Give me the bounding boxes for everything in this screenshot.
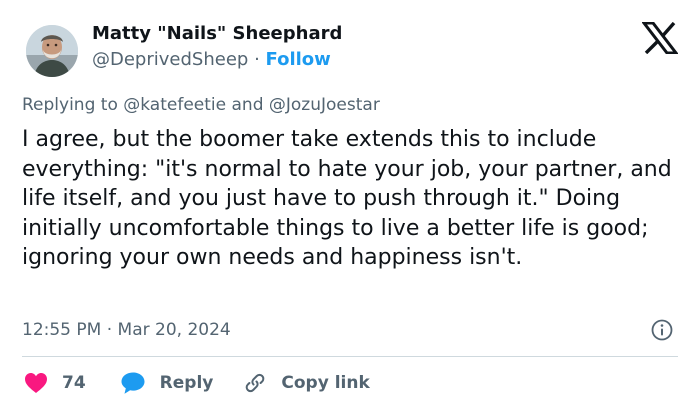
follow-button[interactable]: Follow <box>266 49 331 70</box>
speech-bubble-icon <box>121 372 145 394</box>
mention-link[interactable]: @katefeetie <box>123 95 226 115</box>
reply-label: Reply <box>159 373 214 393</box>
heart-icon <box>25 373 47 393</box>
separator-dot: · <box>254 49 260 70</box>
copy-link-button[interactable]: Copy link <box>243 371 370 395</box>
mention-link[interactable]: @JozuJoestar <box>269 95 380 115</box>
link-icon <box>246 373 265 393</box>
tweet-timestamp[interactable]: 12:55 PM · Mar 20, 2024 <box>22 319 231 341</box>
reply-conjunction: and <box>231 95 264 115</box>
divider <box>22 356 678 357</box>
author-handle-row: @DeprivedSheep · Follow <box>92 48 331 72</box>
reply-prefix: Replying to <box>22 95 118 115</box>
reply-context: Replying to @katefeetie and @JozuJoestar <box>22 94 380 116</box>
reply-button[interactable]: Reply <box>120 371 214 395</box>
x-logo-icon[interactable] <box>640 21 680 55</box>
tweet-text: I agree, but the boomer take extends thi… <box>22 127 672 270</box>
action-bar: 74 Reply Copy link <box>24 370 370 396</box>
author-name[interactable]: Matty "Nails" Sheephard <box>92 22 342 46</box>
like-count: 74 <box>62 373 86 393</box>
author-handle[interactable]: @DeprivedSheep <box>92 49 248 70</box>
info-icon[interactable] <box>651 319 673 341</box>
avatar[interactable] <box>26 25 78 77</box>
avatar-image <box>26 25 78 77</box>
like-button[interactable]: 74 <box>24 372 86 394</box>
copy-link-label: Copy link <box>281 373 370 393</box>
